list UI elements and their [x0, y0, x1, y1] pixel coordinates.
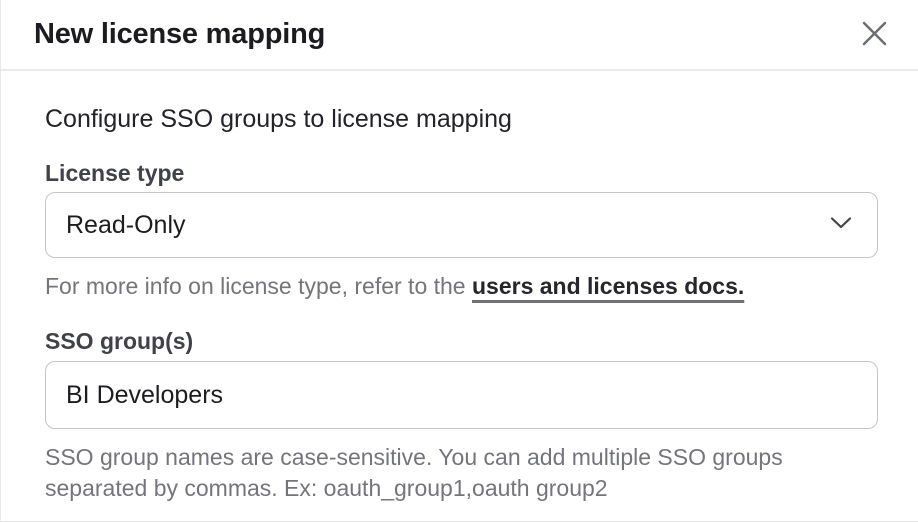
chevron-down-icon: [830, 216, 852, 235]
form-heading: Configure SSO groups to license mapping: [45, 104, 878, 134]
new-license-mapping-modal: New license mapping Configure SSO groups…: [0, 0, 918, 522]
sso-groups-helper: SSO group names are case-sensitive. You …: [45, 442, 815, 504]
close-icon: [860, 19, 889, 51]
license-type-selected-value: Read-Only: [66, 211, 186, 240]
sso-groups-label: SSO group(s): [45, 329, 878, 353]
sso-groups-input[interactable]: [45, 361, 878, 429]
close-button[interactable]: [856, 17, 892, 53]
modal-title: New license mapping: [34, 18, 325, 51]
license-type-label: License type: [45, 161, 878, 185]
modal-body: Configure SSO groups to license mapping …: [1, 104, 918, 504]
license-type-helper-text: For more info on license type, refer to …: [45, 273, 472, 299]
license-type-select[interactable]: Read-Only: [45, 192, 878, 258]
modal-header: New license mapping: [1, 0, 918, 71]
license-type-helper: For more info on license type, refer to …: [45, 271, 878, 302]
users-and-licenses-docs-link[interactable]: users and licenses docs.: [472, 273, 744, 299]
